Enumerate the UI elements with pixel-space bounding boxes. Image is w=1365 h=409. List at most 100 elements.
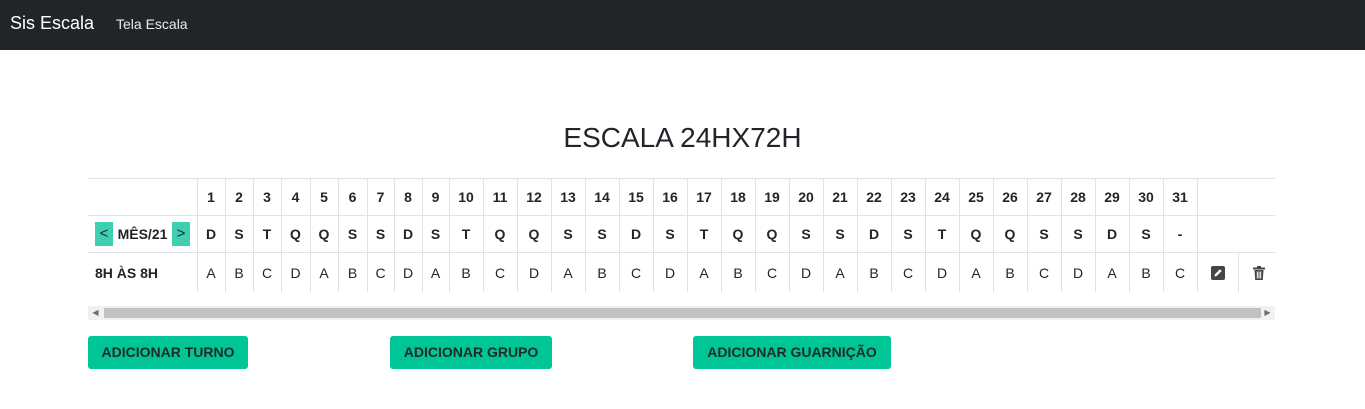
group-cell: B [448, 252, 484, 292]
day-number: 27 [1026, 178, 1062, 216]
group-cell: A [196, 252, 226, 292]
group-cell: B [1128, 252, 1164, 292]
trash-icon[interactable] [1251, 265, 1267, 281]
weekday-cell: Q [280, 215, 311, 253]
group-cell: D [393, 252, 423, 292]
group-cell: D [516, 252, 552, 292]
group-cell: A [1094, 252, 1130, 292]
day-number: 13 [550, 178, 586, 216]
day-number: 22 [856, 178, 892, 216]
day-number: 2 [224, 178, 254, 216]
weekday-cell: T [448, 215, 484, 253]
day-number: 24 [924, 178, 960, 216]
day-number: 12 [516, 178, 552, 216]
brand-title[interactable]: Sis Escala [10, 13, 94, 34]
day-number: 20 [788, 178, 824, 216]
group-cell: C [366, 252, 395, 292]
month-label: MÊS/21 [117, 226, 168, 242]
day-number: 5 [309, 178, 339, 216]
weekday-cell: S [224, 215, 254, 253]
weekday-cell: D [618, 215, 654, 253]
day-number: 10 [448, 178, 484, 216]
add-guarnicao-button[interactable]: ADICIONAR GUARNIÇÃO [693, 336, 891, 369]
group-cell: C [890, 252, 926, 292]
weekday-cell: T [252, 215, 282, 253]
day-number: 17 [686, 178, 722, 216]
day-number: 26 [992, 178, 1028, 216]
group-cell: B [337, 252, 368, 292]
edit-icon[interactable] [1210, 265, 1226, 281]
add-grupo-button[interactable]: ADICIONAR GRUPO [390, 336, 552, 369]
day-number: 3 [252, 178, 282, 216]
weekday-cell: Q [958, 215, 994, 253]
group-cell: C [1162, 252, 1198, 292]
group-cell: B [992, 252, 1028, 292]
day-number: 11 [482, 178, 518, 216]
weekday-cell: T [924, 215, 960, 253]
scroll-thumb[interactable] [104, 308, 1261, 318]
page-title: ESCALA 24HX72H [563, 122, 802, 153]
weekday-cell: S [421, 215, 450, 253]
group-cell: A [309, 252, 339, 292]
shift-label: 8H ÀS 8H [88, 252, 198, 292]
group-cell: C [754, 252, 790, 292]
prev-month-button[interactable]: < [95, 222, 113, 246]
weekday-cell: Q [720, 215, 756, 253]
navbar: Sis Escala Tela Escala [0, 0, 1365, 50]
next-month-button[interactable]: > [172, 222, 190, 246]
add-turno-button[interactable]: ADICIONAR TURNO [88, 336, 248, 369]
group-cell: D [652, 252, 688, 292]
day-number: 25 [958, 178, 994, 216]
shift-row: 8H ÀS 8H A B C D A B C D A B C D A B C D A B C D A B C D A B C D A B C [88, 252, 1275, 292]
edit-cell [1196, 252, 1239, 292]
scroll-right-arrow-icon[interactable]: ▶ [1260, 306, 1275, 320]
day-number: 18 [720, 178, 756, 216]
group-cell: A [686, 252, 722, 292]
days-row: 1 2 3 4 5 6 7 8 9 10 11 12 13 14 15 16 17 18 19 20 21 22 23 24 2… [88, 178, 1275, 216]
group-cell: A [550, 252, 586, 292]
day-number: 29 [1094, 178, 1130, 216]
weekday-cell: D [393, 215, 423, 253]
nav-link-tela-escala[interactable]: Tela Escala [116, 16, 188, 32]
group-cell: D [788, 252, 824, 292]
group-cell: D [924, 252, 960, 292]
weekday-cell: Q [482, 215, 518, 253]
corner-cell [88, 178, 198, 216]
group-cell: B [224, 252, 254, 292]
day-number: 14 [584, 178, 620, 216]
group-cell: A [822, 252, 858, 292]
month-nav-cell: < MÊS/21 > [88, 215, 198, 253]
actions-spacer [1196, 215, 1275, 253]
horizontal-scrollbar[interactable]: ◀ ▶ [88, 306, 1275, 320]
scroll-left-arrow-icon[interactable]: ◀ [88, 306, 103, 320]
weekday-cell: D [1094, 215, 1130, 253]
group-cell: C [618, 252, 654, 292]
group-cell: D [1060, 252, 1096, 292]
schedule-table-container: 1 2 3 4 5 6 7 8 9 10 11 12 13 14 15 16 17 18 19 20 21 22 23 24 2… [88, 178, 1275, 292]
weekday-cell: S [550, 215, 586, 253]
day-number: 30 [1128, 178, 1164, 216]
day-number: 21 [822, 178, 858, 216]
group-cell: A [421, 252, 450, 292]
weekday-cell: S [652, 215, 688, 253]
day-number: 31 [1162, 178, 1198, 216]
weekday-cell: S [366, 215, 395, 253]
group-cell: B [720, 252, 756, 292]
weekday-cell: S [1128, 215, 1164, 253]
day-number: 9 [421, 178, 450, 216]
group-cell: C [252, 252, 282, 292]
group-cell: B [856, 252, 892, 292]
schedule-table: 1 2 3 4 5 6 7 8 9 10 11 12 13 14 15 16 17 18 19 20 21 22 23 24 2… [88, 178, 1275, 292]
weekday-cell: S [788, 215, 824, 253]
weekday-cell: D [196, 215, 226, 253]
day-number: 16 [652, 178, 688, 216]
day-number: 15 [618, 178, 654, 216]
month-nav: < MÊS/21 > [88, 222, 197, 246]
day-number: 8 [393, 178, 423, 216]
weekday-cell: Q [516, 215, 552, 253]
weekday-cell: S [1060, 215, 1096, 253]
weekday-cell: T [686, 215, 722, 253]
group-cell: C [1026, 252, 1062, 292]
day-number: 1 [196, 178, 226, 216]
weekday-cell: Q [309, 215, 339, 253]
